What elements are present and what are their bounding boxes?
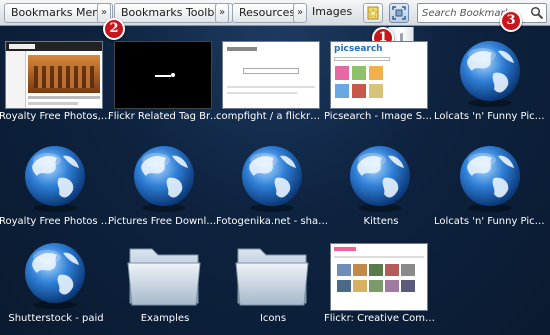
crumb-images: Images xyxy=(312,5,353,18)
bookmark-folder[interactable]: Icons xyxy=(218,229,328,329)
add-bookmark-button[interactable] xyxy=(363,3,383,23)
bookmark-item[interactable]: Flickr: Creative Comm... xyxy=(324,229,438,329)
bookmark-label: Pictures Free Download xyxy=(108,216,222,227)
bookmark-item[interactable]: Flickr Related Tag Bro... xyxy=(108,27,222,127)
add-bookmark-icon xyxy=(367,6,379,20)
bookmark-item[interactable]: Lolcats 'n' Funny Pictu... xyxy=(434,132,548,232)
zoom-button[interactable] xyxy=(389,3,409,23)
globe-icon xyxy=(460,41,520,107)
bookmark-thumbnail xyxy=(330,243,428,311)
bookmark-label: Flickr: Creative Comm... xyxy=(324,313,438,324)
bookmark-item[interactable]: Royalty Free Photos, D... xyxy=(0,27,113,127)
folder-label: Icons xyxy=(259,313,287,324)
bookmark-thumbnail xyxy=(114,41,212,109)
bookmark-label: compfight / a flickr™ s... xyxy=(216,111,330,122)
folder-icon xyxy=(235,248,309,306)
bookmark-item[interactable]: compfight / a flickr™ s... xyxy=(216,27,330,127)
bookmark-item[interactable]: Kittens xyxy=(326,132,436,232)
folder-icon xyxy=(127,248,201,306)
bookmark-item[interactable]: picsearch Picsearch - Image Sear... xyxy=(324,27,438,127)
crumb-separator-button[interactable]: » xyxy=(293,3,307,23)
globe-icon xyxy=(134,146,194,212)
zoom-icon xyxy=(392,6,406,20)
globe-icon xyxy=(460,146,520,212)
bookmark-folder[interactable]: Examples xyxy=(110,229,220,329)
globe-icon xyxy=(25,243,85,309)
bookmark-label: Picsearch - Image Sear... xyxy=(324,111,438,122)
bookmark-label: Flickr Related Tag Bro... xyxy=(108,111,222,122)
crumb-separator-button[interactable]: » xyxy=(215,3,229,23)
globe-icon xyxy=(25,146,85,212)
crumb-resources[interactable]: Resources xyxy=(232,3,303,23)
search-bookmarks-input[interactable] xyxy=(417,3,547,23)
bookmark-label: Fotogenika.net - shari... xyxy=(216,216,330,227)
folder-label: Examples xyxy=(140,313,190,324)
globe-icon xyxy=(242,146,302,212)
bookmark-item[interactable]: Royalty Free Photos - ... xyxy=(0,132,113,232)
globe-icon xyxy=(350,146,410,212)
bookmark-thumbnail xyxy=(222,41,320,109)
bookmark-label: Shutterstock - paid xyxy=(8,313,104,324)
picsearch-logo: picsearch xyxy=(334,44,383,54)
bookmark-label: Royalty Free Photos, D... xyxy=(0,111,113,122)
bookmarks-toolbar: Bookmarks Menu » Bookmarks Toolbar » Res… xyxy=(0,0,550,26)
bookmark-label: Lolcats 'n' Funny Pictu... xyxy=(434,111,548,122)
bookmark-item[interactable]: Shutterstock - paid xyxy=(1,229,111,329)
bookmark-thumbnail xyxy=(5,41,103,109)
bookmark-item[interactable]: Lolcats 'n' Funny Pictu... xyxy=(434,27,548,127)
bookmark-item[interactable]: Pictures Free Download xyxy=(108,132,222,232)
bookmark-label: Kittens xyxy=(363,216,399,227)
bookmark-item[interactable]: Fotogenika.net - shari... xyxy=(216,132,330,232)
search-icon[interactable] xyxy=(530,6,544,20)
bookmark-label: Royalty Free Photos - ... xyxy=(0,216,113,227)
bookmark-thumbnail: picsearch xyxy=(330,41,428,109)
bookmark-label: Lolcats 'n' Funny Pictu... xyxy=(434,216,548,227)
